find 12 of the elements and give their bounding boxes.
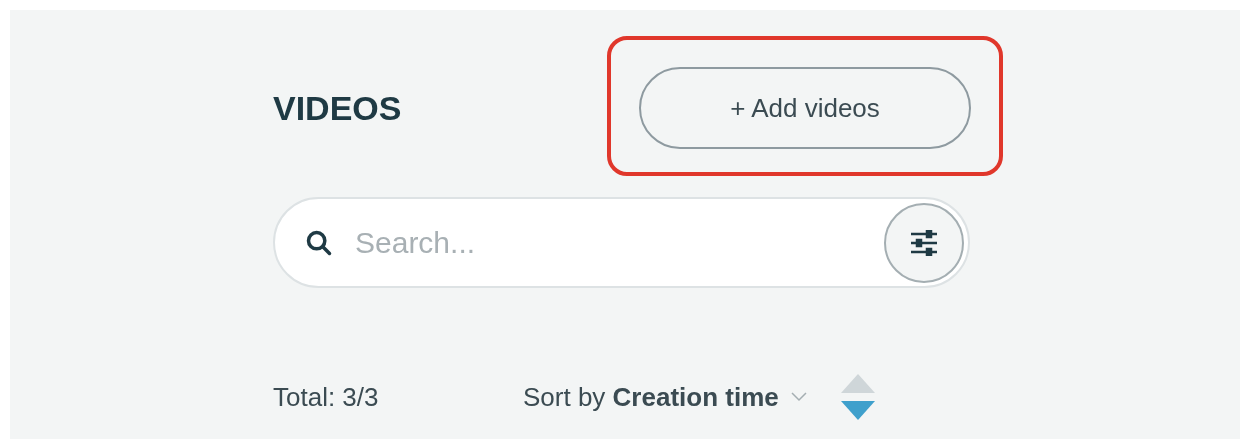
search-icon xyxy=(305,228,333,257)
search-bar[interactable]: Search... xyxy=(273,197,970,288)
filter-button[interactable] xyxy=(884,202,964,283)
section-title: VIDEOS xyxy=(273,87,402,129)
sliders-icon xyxy=(909,229,939,256)
sort-dropdown[interactable]: Sort by Creation time xyxy=(523,377,807,417)
chevron-down-icon xyxy=(790,392,807,402)
sort-arrows-icon xyxy=(840,374,875,420)
add-videos-button[interactable]: + Add videos xyxy=(639,67,971,149)
search-field[interactable]: Search... xyxy=(355,220,884,265)
total-count: Total: 3/3 xyxy=(273,380,380,414)
sort-direction-button[interactable] xyxy=(840,374,875,420)
